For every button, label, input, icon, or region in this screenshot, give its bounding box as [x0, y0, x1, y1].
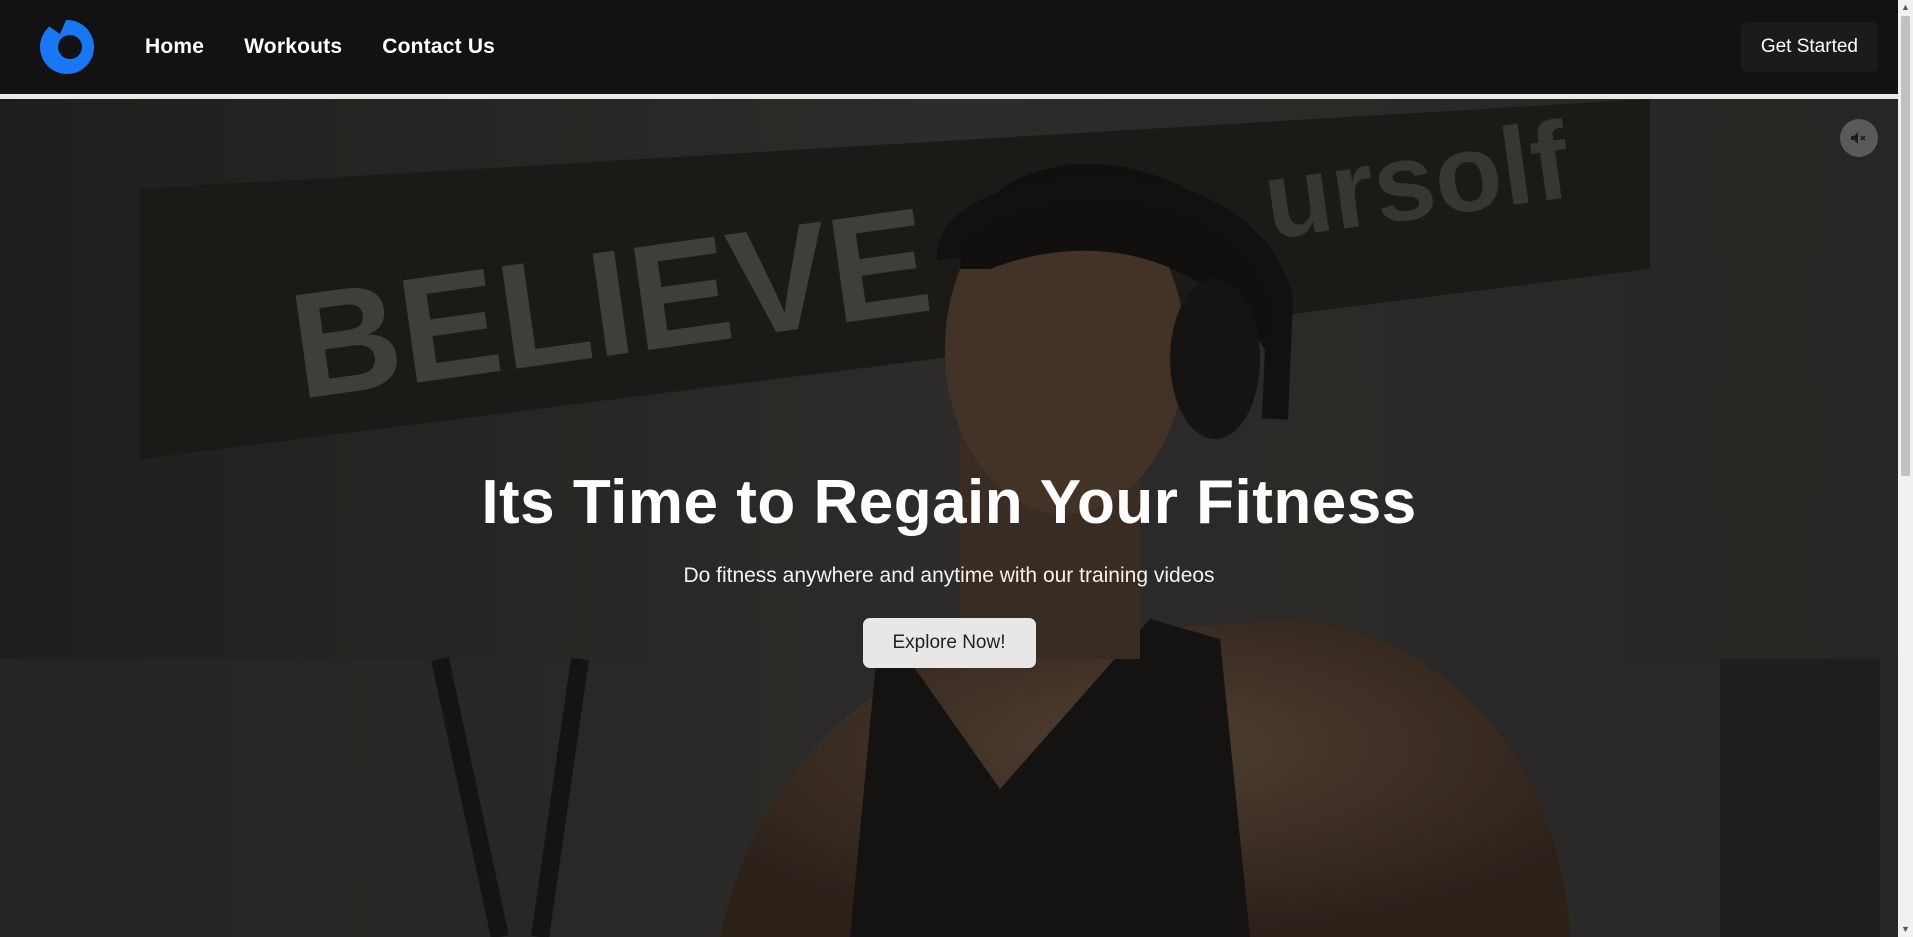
mute-icon — [1851, 132, 1866, 144]
hero-subtitle: Do fitness anywhere and anytime with our… — [683, 564, 1215, 587]
scroll-thumb[interactable] — [1901, 16, 1910, 476]
logo-icon[interactable] — [38, 18, 96, 76]
mute-button[interactable] — [1840, 119, 1878, 157]
page-scrollbar[interactable]: ▲ ▼ — [1898, 0, 1913, 937]
navbar: Home Workouts Contact Us Get Started — [0, 0, 1898, 94]
nav-links: Home Workouts Contact Us — [145, 0, 495, 94]
nav-link-home[interactable]: Home — [145, 35, 204, 59]
get-started-button[interactable]: Get Started — [1740, 22, 1878, 72]
scroll-up-arrow-icon[interactable]: ▲ — [1898, 0, 1913, 15]
nav-link-workouts[interactable]: Workouts — [244, 35, 342, 59]
nav-link-contact[interactable]: Contact Us — [382, 35, 495, 59]
hero-content: Its Time to Regain Your Fitness Do fitne… — [0, 467, 1898, 668]
hero-section: BELIEVE ursolf Its Time to Regain Your F… — [0, 99, 1898, 937]
explore-now-button[interactable]: Explore Now! — [862, 618, 1036, 668]
hero-title: Its Time to Regain Your Fitness — [481, 468, 1417, 537]
scroll-down-arrow-icon[interactable]: ▼ — [1898, 922, 1913, 937]
